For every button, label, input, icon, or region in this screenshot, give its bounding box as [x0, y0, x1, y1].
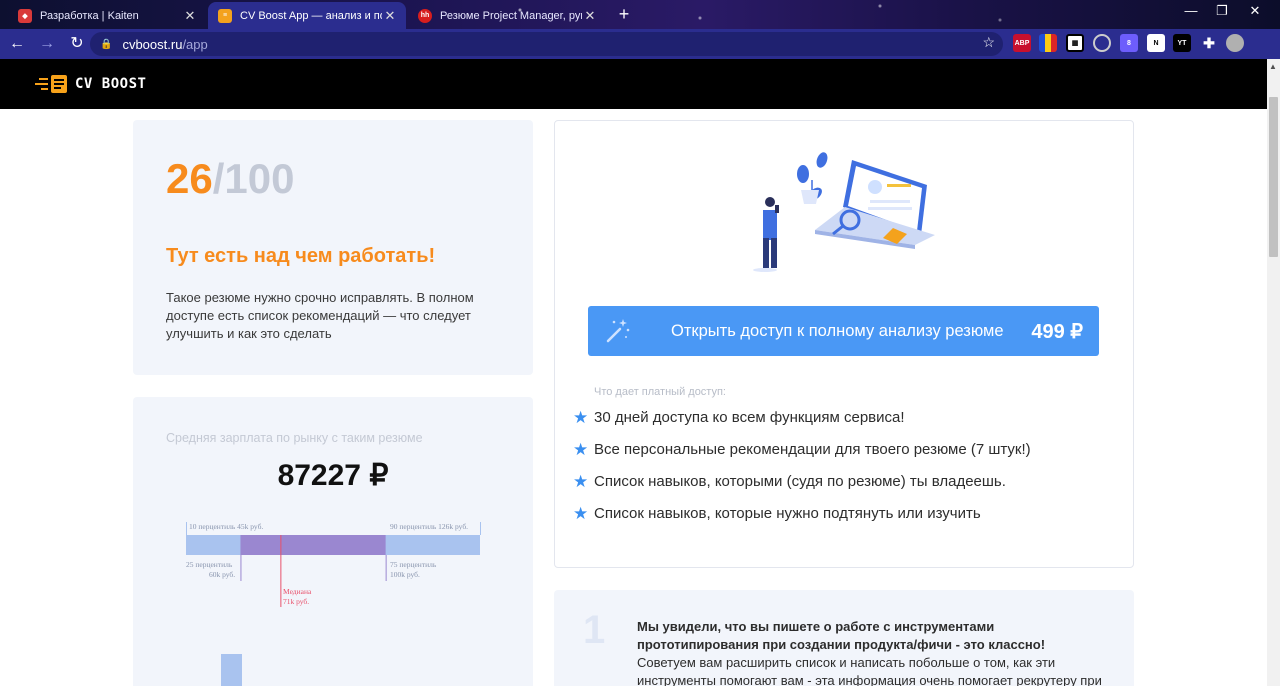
score-max: 100 — [224, 155, 295, 202]
benefit-item: ★ Список навыков, которыми (судя по резю… — [573, 471, 1006, 491]
benefit-item: ★ 30 дней доступа ко всем функциям серви… — [573, 407, 905, 427]
star-icon: ★ — [573, 503, 589, 523]
site-logo[interactable]: CV BOOST — [33, 72, 146, 96]
address-bar[interactable]: 🔒 cvboost.ru/app ☆ — [90, 32, 1003, 56]
benefit-text: 30 дней доступа ко всем функциям сервиса… — [594, 409, 905, 426]
browser-toolbar: ← → ↻ 🔒 cvboost.ru/app ☆ — [0, 29, 1280, 59]
browser-tab-kaiten[interactable]: ◆ Разработка | Kaiten ✕ — [8, 2, 206, 29]
yt-extension-icon[interactable]: YT — [1173, 34, 1191, 52]
p75-label-line1: 75 перцентиль — [390, 560, 437, 569]
forward-icon[interactable]: → — [34, 31, 60, 57]
star-icon: ★ — [573, 407, 589, 427]
p25-p75-range-bar — [240, 535, 386, 555]
extension-icon[interactable] — [1093, 34, 1111, 52]
qr-extension-icon[interactable]: ▦ — [1066, 34, 1084, 52]
site-header — [0, 59, 1267, 109]
benefit-text: Список навыков, которые нужно подтянуть … — [594, 505, 981, 522]
scroll-thumb[interactable] — [1269, 97, 1278, 257]
median-label-line2: 71k руб. — [283, 597, 310, 606]
kaiten-favicon-icon: ◆ — [18, 8, 32, 23]
cta-label: Открыть доступ к полному анализу резюме — [671, 322, 1004, 340]
back-icon[interactable]: ← — [4, 31, 30, 57]
url-host: cvboost.ru — [122, 36, 183, 52]
magic-wand-icon — [606, 319, 630, 343]
histogram-bar — [221, 654, 242, 686]
p90-label: 90 перцентиль 126k руб. — [390, 522, 469, 531]
p25-label-line1: 25 перцентиль — [186, 560, 233, 569]
flag-extension-icon[interactable] — [1039, 34, 1057, 52]
benefits-title: Что дает платный доступ: — [594, 386, 726, 398]
logo-text: CV BOOST — [75, 76, 147, 92]
hh-favicon-icon: hh — [418, 8, 432, 23]
maximize-icon[interactable]: ❐ — [1207, 3, 1237, 23]
star-icon: ★ — [573, 471, 589, 491]
p25-label-line2: 60k руб. — [209, 570, 236, 579]
browser-tab-hh[interactable]: hh Резюме Project Manager, руководитель … — [408, 2, 606, 29]
scroll-up-icon[interactable]: ▲ — [1269, 62, 1277, 71]
tab-close-icon[interactable]: ✕ — [182, 8, 198, 24]
reload-icon[interactable]: ↻ — [64, 31, 90, 57]
median-label-line1: Медиана — [283, 587, 312, 596]
lock-icon: 🔒 — [100, 38, 113, 50]
score-description: Такое резюме нужно срочно исправлять. В … — [166, 290, 474, 341]
resume-score: 26/100 — [166, 155, 294, 203]
tab-title: Разработка | Kaiten — [40, 9, 139, 22]
recommendation-body-text: Советуем вам расширить список и написать… — [637, 655, 1102, 686]
adblock-extension-icon[interactable]: ABP — [1013, 34, 1031, 52]
logo-rocket-icon — [35, 75, 67, 93]
benefit-item: ★ Все персональные рекомендации для твое… — [573, 439, 1031, 459]
star-icon: ★ — [573, 439, 589, 459]
tab-title: Резюме Project Manager, руководитель — [440, 9, 582, 22]
cta-price: 499 ₽ — [1031, 321, 1083, 343]
tab-close-icon[interactable]: ✕ — [582, 8, 598, 24]
new-tab-icon[interactable]: + — [614, 4, 634, 24]
puzzle-extensions-icon[interactable]: ✚ — [1200, 34, 1218, 52]
recommendation-text: Мы увидели, что вы пишете о работе с инс… — [637, 618, 1107, 686]
p10-label: 10 перцентиль 45k руб. — [189, 522, 264, 531]
benefit-item: ★ Список навыков, которые нужно подтянут… — [573, 503, 981, 523]
open-full-analysis-button[interactable]: Открыть доступ к полному анализу резюме … — [588, 306, 1099, 356]
benefit-text: Все персональные рекомендации для твоего… — [594, 441, 1031, 458]
recommendation-number: 1 — [583, 608, 606, 652]
salary-label: Средняя зарплата по рынку с таким резюме — [166, 431, 423, 445]
tab-close-icon[interactable]: ✕ — [382, 8, 398, 24]
browser-tab-cvboost[interactable]: ≡ CV Boost App — анализ и повышение ✕ — [208, 2, 406, 29]
url-path: /app — [182, 36, 208, 52]
badge-extension-icon[interactable]: 8 — [1120, 34, 1138, 52]
tab-title: CV Boost App — анализ и повышение — [240, 9, 382, 22]
score-verdict: Тут есть над чем работать! — [166, 245, 436, 267]
window-close-icon[interactable]: ✕ — [1240, 3, 1270, 23]
score-separator: / — [212, 155, 225, 202]
recommendation-bold-text: Мы увидели, что вы пишете о работе с инс… — [637, 619, 1046, 652]
salary-value: 87227 ₽ — [277, 459, 389, 492]
profile-avatar[interactable] — [1226, 34, 1244, 52]
notion-extension-icon[interactable]: N — [1147, 34, 1165, 52]
benefit-text: Список навыков, которыми (судя по резюме… — [594, 473, 1006, 490]
laptop-illustration — [753, 152, 935, 272]
score-value: 26 — [166, 155, 213, 202]
p75-label-line2: 100k руб. — [390, 570, 420, 579]
bookmark-star-icon[interactable]: ☆ — [982, 34, 995, 51]
cvboost-favicon-icon: ≡ — [218, 8, 232, 23]
minimize-icon[interactable]: — — [1176, 3, 1206, 23]
